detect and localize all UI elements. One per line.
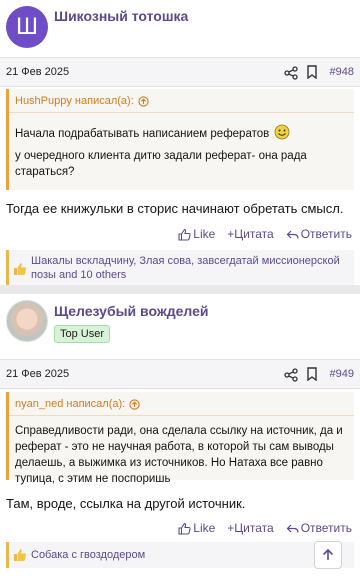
quote-button[interactable]: +Цитата — [227, 521, 273, 535]
post-actions: Like +Цитата Ответить — [178, 227, 352, 241]
arrow-up-icon — [322, 548, 334, 560]
post-meta-bar: 21 Фев 2025 #949 — [0, 359, 360, 389]
post-meta-bar: 21 Фев 2025 #948 — [0, 57, 360, 87]
quote-line: Начала подрабатывать написанием реферато… — [15, 128, 270, 140]
username[interactable]: Щелезубый вожделей — [54, 303, 209, 319]
smile-emoji-icon — [275, 124, 290, 140]
username[interactable]: Шикозный тотошка — [54, 8, 188, 24]
reply-icon — [286, 524, 299, 533]
thumbs-up-icon — [14, 549, 27, 561]
thumbs-up-icon — [178, 522, 191, 535]
reactions-bar[interactable]: Собака с гвоздодером — [6, 542, 354, 568]
quote-block: HushPuppy написал(а): Начала подрабатыва… — [6, 89, 354, 190]
like-button[interactable]: Like — [178, 227, 215, 241]
like-label: Like — [193, 521, 216, 535]
reaction-users[interactable]: Шакалы вскладчину, Злая сова, завсегдата… — [31, 254, 348, 282]
post-date[interactable]: 21 Фев 2025 — [6, 368, 69, 380]
reply-button[interactable]: Ответить — [286, 227, 352, 241]
avatar[interactable] — [6, 300, 48, 342]
post-number[interactable]: #948 — [330, 66, 354, 78]
quote-block: nyan_ned написал(а): Справедливости ради… — [6, 392, 354, 485]
like-button[interactable]: Like — [178, 521, 215, 535]
post-actions: Like +Цитата Ответить — [178, 521, 352, 535]
post-number[interactable]: #949 — [330, 368, 354, 380]
quote-label: +Цитата — [227, 521, 274, 535]
bookmark-icon[interactable] — [306, 367, 318, 381]
share-icon[interactable] — [284, 66, 298, 80]
post: Щелезубый вожделей Top User 21 Фев 2025 … — [0, 294, 360, 577]
quote-text: Справедливости ради, она сделала ссылку … — [15, 425, 343, 485]
quote-label: +Цитата — [227, 227, 274, 241]
quote-text: Начала подрабатывать написанием реферато… — [15, 124, 346, 142]
reply-icon — [286, 230, 299, 239]
thumbs-up-icon — [14, 263, 27, 275]
quote-author[interactable]: nyan_ned написал(а): — [15, 398, 140, 410]
quote-divider — [9, 112, 354, 113]
go-to-quote-icon[interactable] — [129, 398, 140, 410]
quote-author-label: nyan_ned написал(а): — [15, 398, 126, 410]
quote-author-label: HushPuppy написал(а): — [15, 95, 134, 107]
reaction-users[interactable]: Собака с гвоздодером — [31, 548, 348, 562]
thumbs-up-icon — [178, 228, 191, 241]
reply-label: Ответить — [300, 227, 352, 241]
bookmark-icon[interactable] — [306, 65, 318, 79]
post-date[interactable]: 21 Фев 2025 — [6, 66, 69, 78]
quote-text: у очередного клиента дитю задали реферат… — [15, 150, 307, 178]
quote-divider — [9, 415, 354, 416]
quote-author[interactable]: HushPuppy написал(а): — [15, 95, 149, 107]
avatar[interactable]: Ш — [6, 6, 48, 48]
go-to-quote-icon[interactable] — [138, 95, 149, 107]
reply-label: Ответить — [300, 521, 352, 535]
scroll-to-top-button[interactable] — [314, 541, 342, 569]
post: Ш Шикозный тотошка 21 Фев 2025 #948 Hush… — [0, 0, 360, 285]
share-icon[interactable] — [284, 368, 298, 382]
reply-button[interactable]: Ответить — [286, 521, 352, 535]
user-badge: Top User — [54, 325, 111, 343]
post-body: Тогда ее книжульки в сторис начинают обр… — [6, 201, 344, 216]
like-label: Like — [193, 227, 216, 241]
post-body: Там, вроде, ссылка на другой источник. — [6, 496, 246, 511]
quote-button[interactable]: +Цитата — [227, 227, 273, 241]
reactions-bar[interactable]: Шакалы вскладчину, Злая сова, завсегдата… — [6, 250, 354, 285]
